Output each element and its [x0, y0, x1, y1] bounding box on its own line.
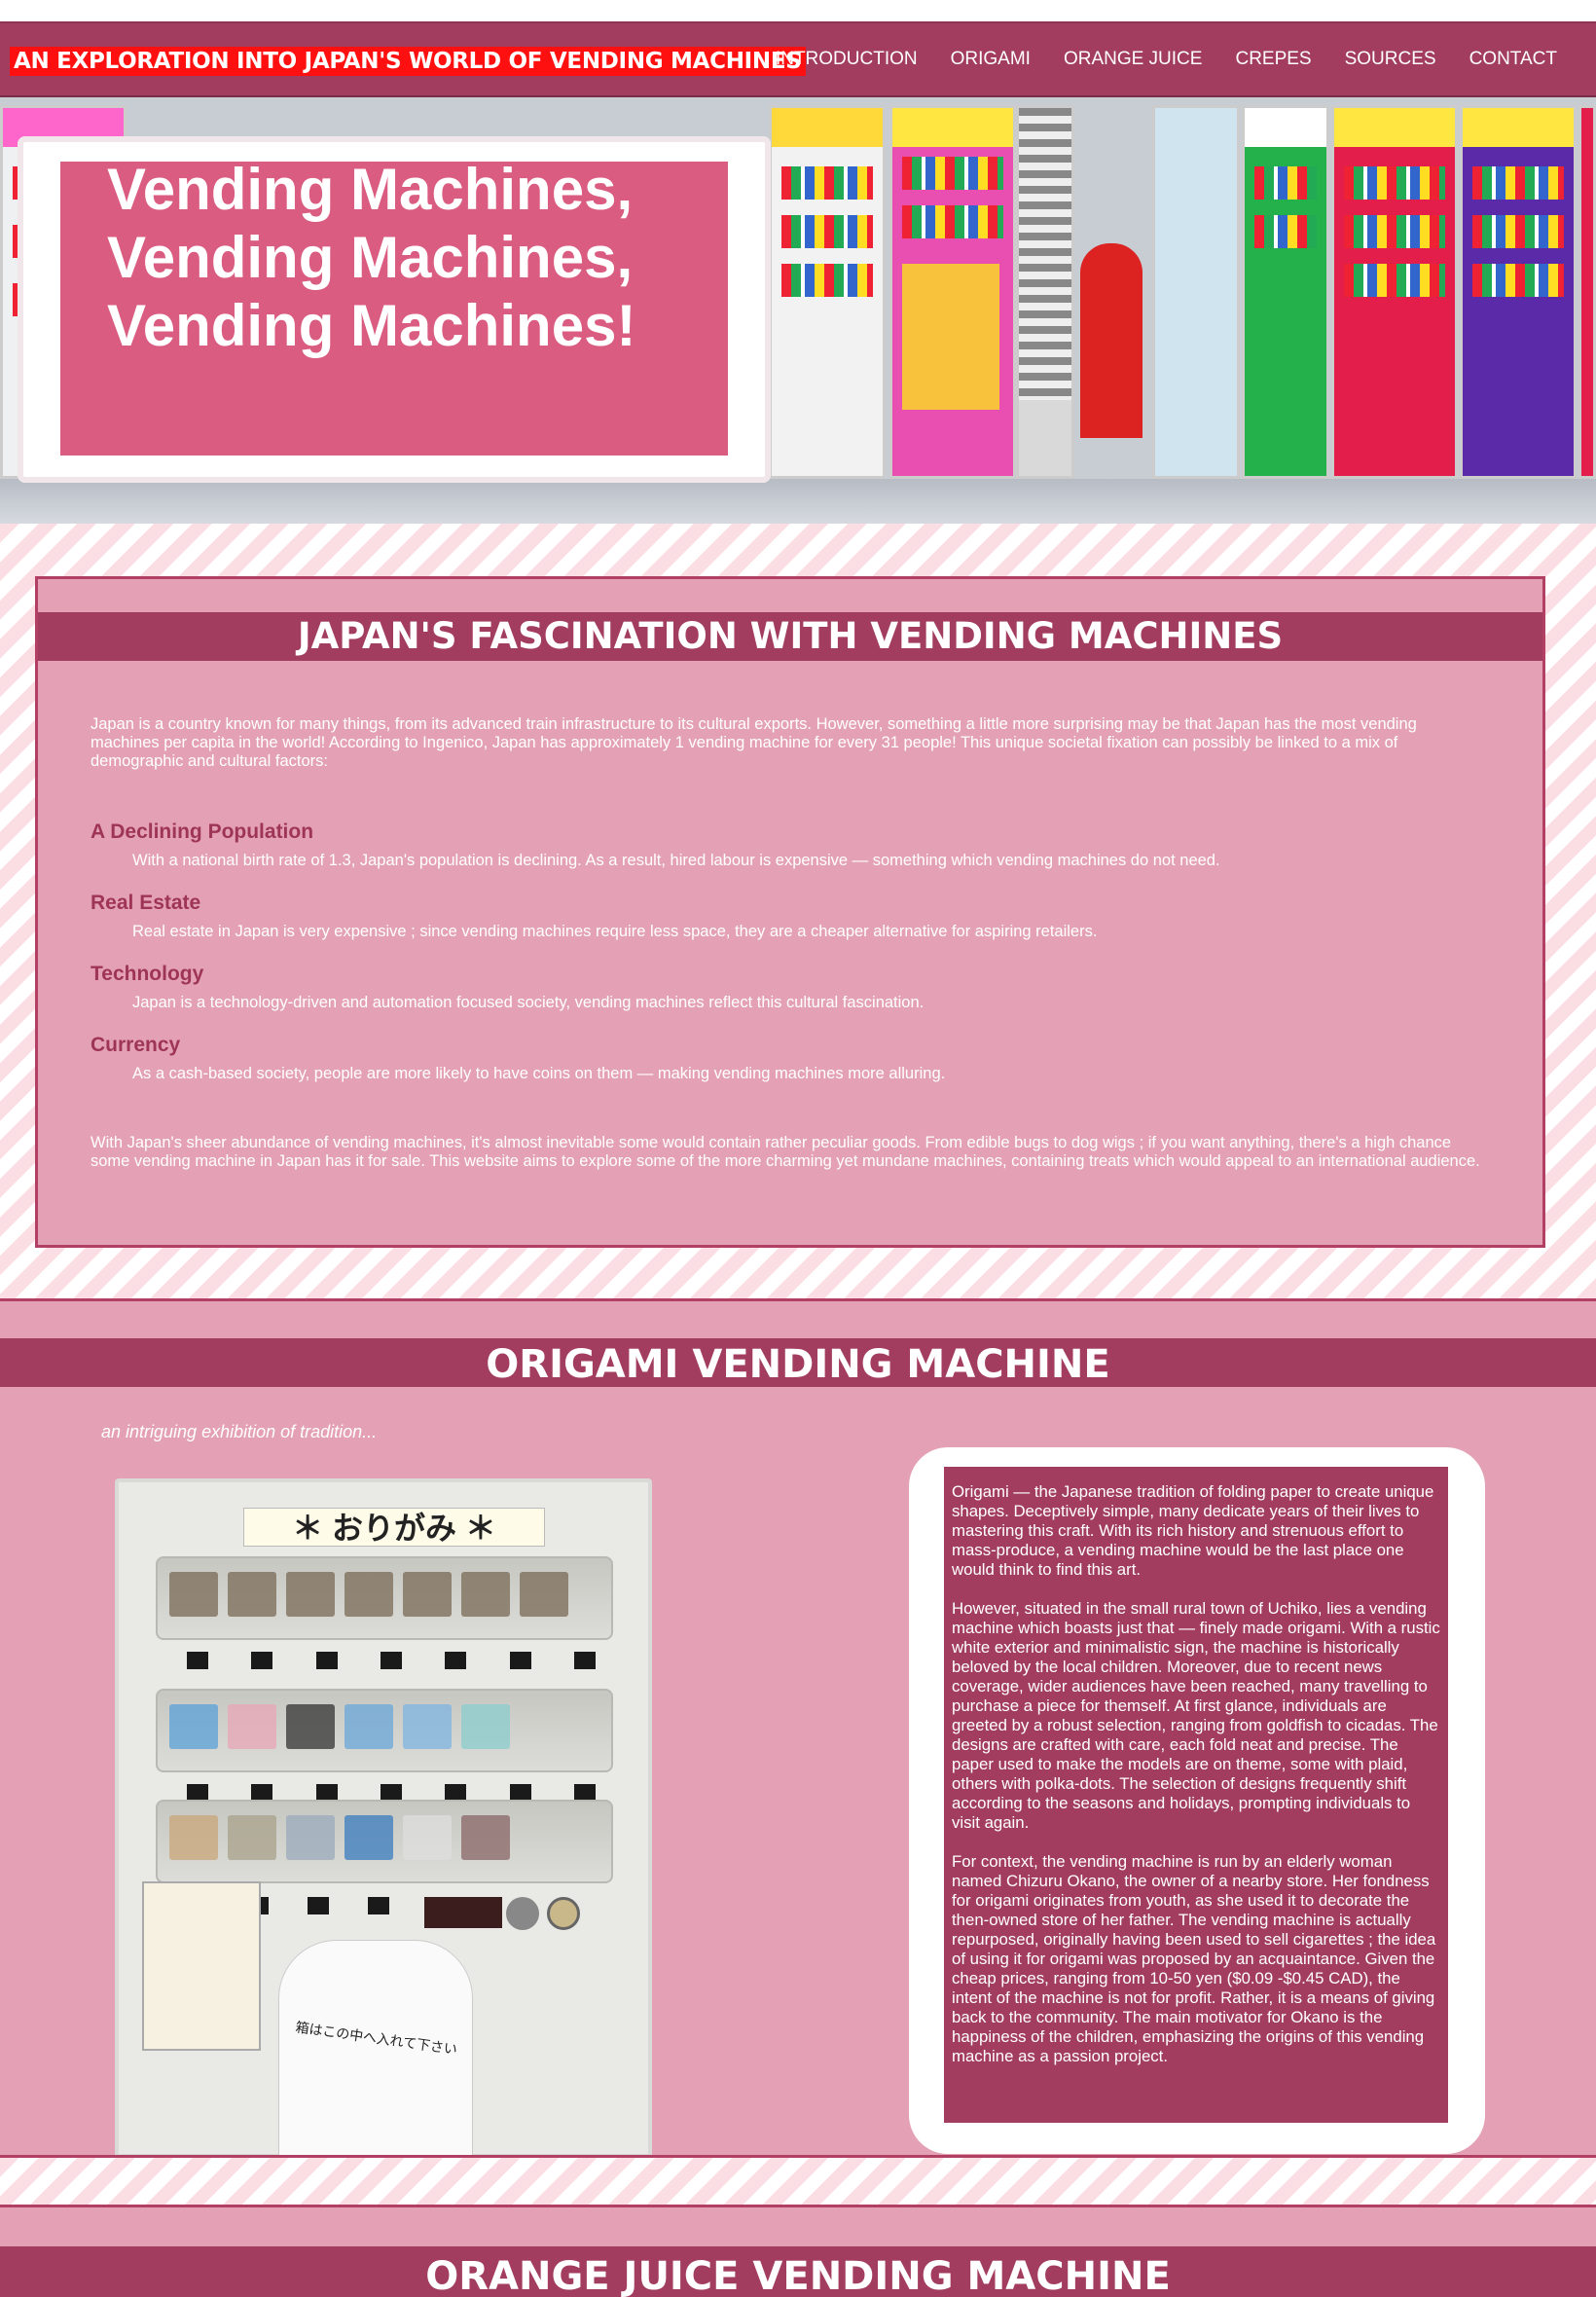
- nav-link-sources[interactable]: SOURCES: [1345, 49, 1436, 70]
- hero-heading: Vending Machines, Vending Machines, Vend…: [107, 156, 691, 360]
- section-divider-stripes: [0, 2155, 1596, 2207]
- machine-shelf-1: [156, 1556, 613, 1640]
- hero-heading-line-1: Vending Machines,: [107, 157, 634, 222]
- origami-title: ORIGAMI VENDING MACHINE: [0, 1338, 1596, 1387]
- nav-link-contact[interactable]: CONTACT: [1469, 49, 1557, 70]
- intro-paragraph-1: Japan is a country known for many things…: [91, 715, 1417, 770]
- machine-button-row-1: [187, 1652, 596, 1669]
- nav-link-introduction[interactable]: INTRODUCTION: [776, 49, 918, 70]
- machine-shelf-2: [156, 1689, 613, 1772]
- orange-juice-section: ORANGE JUICE VENDING MACHINE: [0, 2207, 1596, 2297]
- machine-sign: ＊ おりがみ ＊: [243, 1508, 545, 1547]
- bag-text: 箱はこの中へ入れて下さい: [294, 2019, 458, 2058]
- machine-shelf-3: [156, 1800, 613, 1883]
- machine-notice-sign: [142, 1881, 261, 2051]
- origami-paragraph-3: For context, the vending machine is run …: [952, 1852, 1436, 2065]
- intro-paragraph-2: With Japan's sheer abundance of vending …: [91, 1134, 1480, 1170]
- origami-paragraph-2: However, situated in the small rural tow…: [952, 1599, 1440, 1832]
- machine-coin-display: [424, 1897, 502, 1928]
- origami-caption: an intriguing exhibition of tradition...: [101, 1422, 378, 1441]
- factor-text-population: With a national birth rate of 1.3, Japan…: [132, 852, 1220, 869]
- top-nav-bar: AN EXPLORATION INTO JAPAN'S WORLD OF VEN…: [0, 21, 1596, 97]
- hero-heading-line-3: Vending Machines!: [107, 293, 636, 358]
- site-title[interactable]: AN EXPLORATION INTO JAPAN'S WORLD OF VEN…: [10, 47, 806, 76]
- nav-link-orange-juice[interactable]: ORANGE JUICE: [1064, 49, 1203, 70]
- factor-heading-real-estate: Real Estate: [91, 892, 201, 914]
- factor-heading-population: A Declining Population: [91, 820, 314, 843]
- machine-coin-slot: [547, 1897, 580, 1930]
- intro-section: JAPAN'S FASCINATION WITH VENDING MACHINE…: [35, 576, 1545, 1248]
- orange-juice-title: ORANGE JUICE VENDING MACHINE: [0, 2246, 1596, 2297]
- factor-heading-currency: Currency: [91, 1034, 181, 1056]
- machine-collection-bag: 箱はこの中へ入れて下さい: [278, 1940, 473, 2166]
- factor-heading-technology: Technology: [91, 963, 204, 985]
- street-pavement: [0, 479, 1596, 524]
- intro-title: JAPAN'S FASCINATION WITH VENDING MACHINE…: [38, 612, 1542, 661]
- factor-text-real-estate: Real estate in Japan is very expensive ;…: [132, 923, 1098, 940]
- nav-link-origami[interactable]: ORIGAMI: [951, 49, 1031, 70]
- machine-coin-return: [506, 1897, 539, 1930]
- origami-text-box: Origami — the Japanese tradition of fold…: [944, 1467, 1448, 2123]
- nav-link-crepes[interactable]: CREPES: [1235, 49, 1311, 70]
- origami-section: ORIGAMI VENDING MACHINE an intriguing ex…: [0, 1298, 1596, 2166]
- origami-vending-machine-photo: ＊ おりがみ ＊ 箱はこの中へ入れて下さい: [115, 1478, 652, 2166]
- hero-heading-line-2: Vending Machines,: [107, 225, 634, 290]
- factor-text-technology: Japan is a technology-driven and automat…: [132, 994, 925, 1011]
- factor-text-currency: As a cash-based society, people are more…: [132, 1065, 946, 1082]
- nav-links: INTRODUCTION ORIGAMI ORANGE JUICE CREPES…: [776, 49, 1557, 70]
- hero-banner: Vending Machines, Vending Machines, Vend…: [0, 97, 1596, 524]
- origami-paragraph-1: Origami — the Japanese tradition of fold…: [952, 1482, 1434, 1579]
